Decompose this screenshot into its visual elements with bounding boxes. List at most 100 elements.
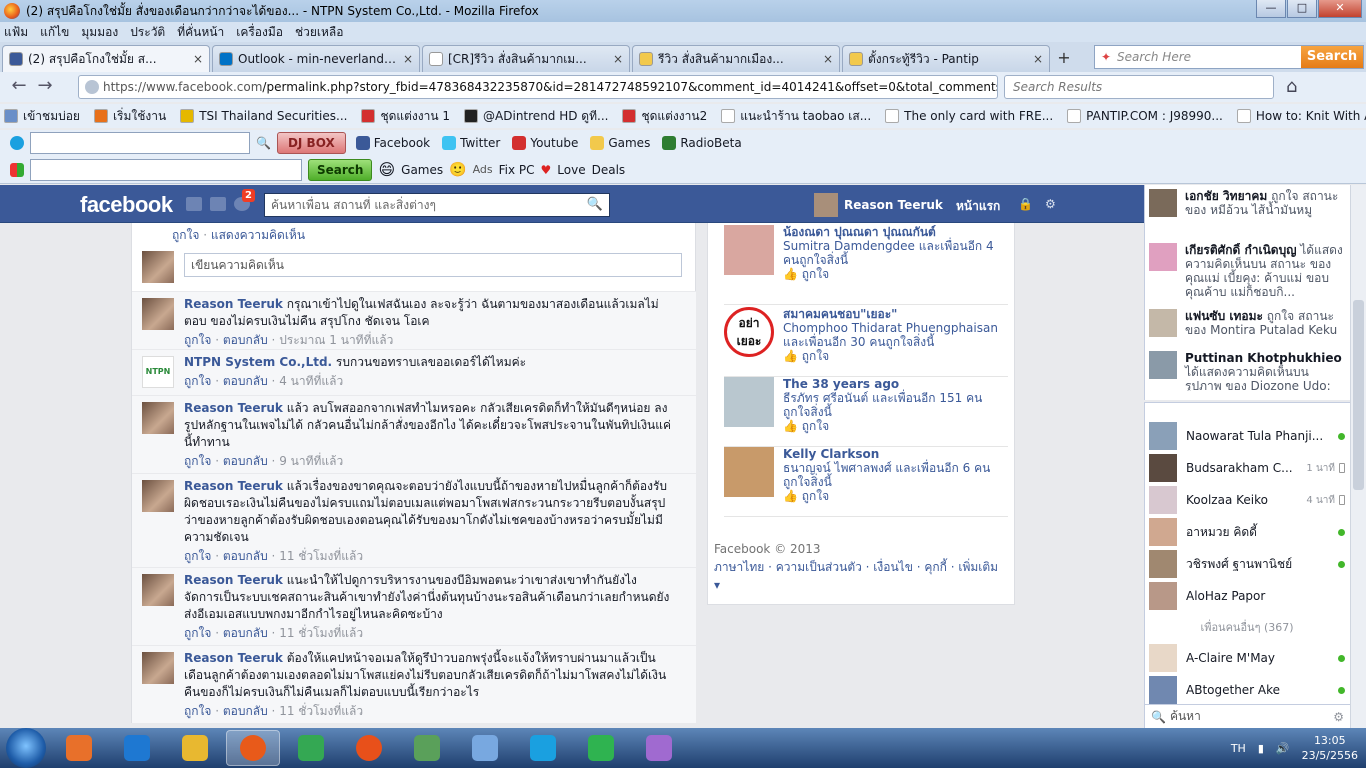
djbox-button[interactable]: DJ BOX: [276, 132, 346, 154]
chat-contact[interactable]: อาหมวย คิดดี้: [1149, 517, 1345, 547]
web-search-box[interactable]: ✦ Search Here Search: [1094, 45, 1364, 69]
clock[interactable]: 13:05 23/5/2556: [1302, 733, 1358, 763]
taskbar-app-1[interactable]: [52, 730, 106, 766]
tab-5[interactable]: ตั้งกระทู้รีวิว - Pantip ×: [842, 45, 1050, 72]
page-name[interactable]: สมาคมคนชอบ"เยอะ": [783, 307, 1005, 321]
privacy-icon[interactable]: 🔒: [1018, 197, 1033, 211]
menu-history[interactable]: ประวัติ: [130, 23, 165, 42]
comment-like-link[interactable]: ถูกใจ: [184, 626, 211, 640]
apps-icon[interactable]: [10, 162, 24, 177]
search-results-box[interactable]: Search Results: [1004, 75, 1274, 99]
smiley-icon[interactable]: 😄: [378, 160, 395, 179]
write-comment-input[interactable]: เขียนความคิดเห็น: [184, 253, 682, 277]
toolbar2-search-input[interactable]: [30, 158, 302, 181]
comment-author[interactable]: Reason Teeruk: [184, 651, 283, 665]
bookmark-item[interactable]: How to: Knit With A L...: [1236, 109, 1366, 123]
comment-avatar[interactable]: [142, 652, 174, 684]
volume-icon[interactable]: 🔊: [1276, 742, 1290, 755]
page-like-button[interactable]: 👍 ถูกใจ: [783, 349, 1005, 363]
toolbar-link-4[interactable]: Games: [590, 136, 650, 150]
toolbar-link-3[interactable]: Youtube: [512, 136, 578, 150]
messages-icon[interactable]: [210, 197, 226, 211]
close-button[interactable]: ✕: [1318, 0, 1362, 18]
comment-time[interactable]: 4 นาทีที่แล้ว: [279, 374, 343, 388]
page-thumbnail[interactable]: [724, 447, 774, 497]
bookmark-item[interactable]: The only card with FRE...: [885, 109, 1053, 123]
search-results-input[interactable]: Search Results: [1013, 80, 1102, 94]
tab-close-icon[interactable]: ×: [613, 52, 623, 66]
comment-reply-link[interactable]: ตอบกลับ: [223, 333, 268, 347]
settings-gear-icon[interactable]: ⚙: [1045, 197, 1056, 211]
games2-link[interactable]: Games: [401, 163, 443, 177]
menu-file[interactable]: แฟ้ม: [4, 23, 28, 42]
love-link[interactable]: Love: [557, 163, 585, 177]
bookmark-item[interactable]: TSI Thailand Securities...: [180, 109, 347, 123]
comment-reply-link[interactable]: ตอบกลับ: [223, 374, 268, 388]
chat-contact[interactable]: ABtogether Ake: [1149, 675, 1345, 705]
comment-time[interactable]: 9 นาทีที่แล้ว: [279, 454, 343, 468]
page-scrollbar[interactable]: [1350, 185, 1366, 728]
comment-like-link[interactable]: ถูกใจ: [184, 454, 211, 468]
friend-requests-icon[interactable]: [186, 197, 202, 211]
comment-author[interactable]: Reason Teeruk: [184, 479, 283, 493]
comment-avatar[interactable]: [142, 402, 174, 434]
comment-like-link[interactable]: ถูกใจ: [184, 549, 211, 563]
comment-avatar[interactable]: [142, 574, 174, 606]
chat-contact[interactable]: วชิรพงศ์ ฐานพานิชย์: [1149, 549, 1345, 579]
comment-avatar[interactable]: NTPN: [142, 356, 174, 388]
tab-2[interactable]: Outlook - min-neverland@ho... ×: [212, 45, 420, 72]
chat-contact[interactable]: Koolzaa Keiko 4 นาที: [1149, 485, 1345, 515]
toolbar-search-icon[interactable]: 🔍: [256, 136, 271, 150]
page-thumbnail[interactable]: [724, 377, 774, 427]
taskbar-app-10[interactable]: [574, 730, 628, 766]
taskbar-app-5[interactable]: [284, 730, 338, 766]
page-name[interactable]: Kelly Clarkson: [783, 447, 1005, 461]
my-icon[interactable]: 🙂: [449, 162, 466, 178]
chat-contact[interactable]: A-Claire M'May: [1149, 643, 1345, 673]
scrollbar-thumb[interactable]: [1353, 300, 1364, 490]
tab-1[interactable]: (2) สรุปคือโกงใช่มั้ย ส... ×: [2, 45, 210, 72]
comment-like-link[interactable]: ถูกใจ: [184, 333, 211, 347]
menu-help[interactable]: ช่วยเหลือ: [295, 23, 344, 42]
minimize-button[interactable]: —: [1256, 0, 1286, 18]
profile-link[interactable]: Reason Teeruk: [814, 193, 943, 217]
ticker-story[interactable]: เอกชัย วิทยาคม ถูกใจ สถานะ ของ หมีอ้วน ไ…: [1149, 189, 1345, 229]
comment-time[interactable]: 11 ชั่วโมงที่แล้ว: [279, 549, 363, 563]
page-name[interactable]: The 38 years ago: [783, 377, 1005, 391]
start-button[interactable]: [6, 728, 46, 768]
network-icon[interactable]: ▮: [1258, 742, 1264, 755]
menu-view[interactable]: มุมมอง: [81, 23, 118, 42]
taskbar-app-4[interactable]: [226, 730, 280, 766]
web-search-button[interactable]: Search: [1301, 46, 1363, 68]
chat-contact[interactable]: AloHaz Papor: [1149, 581, 1345, 611]
home-icon[interactable]: ⌂: [1286, 76, 1297, 97]
toolbar2-search-button[interactable]: Search: [308, 158, 373, 181]
skype-icon[interactable]: [10, 136, 24, 150]
facebook-logo[interactable]: facebook: [80, 192, 173, 218]
comment-author[interactable]: Reason Teeruk: [184, 573, 283, 587]
comment-reply-link[interactable]: ตอบกลับ: [223, 704, 268, 718]
comment-avatar[interactable]: [142, 480, 174, 512]
tab-close-icon[interactable]: ×: [403, 52, 413, 66]
site-identity-icon[interactable]: [85, 80, 99, 94]
comment-reply-link[interactable]: ตอบกลับ: [223, 454, 268, 468]
comment-time[interactable]: 11 ชั่วโมงที่แล้ว: [279, 704, 363, 718]
page-name[interactable]: น้องณดา ปุณณดา ปุณณกันต์: [783, 225, 1005, 239]
home-link[interactable]: หน้าแรก: [956, 197, 1000, 216]
taskbar-app-3[interactable]: [168, 730, 222, 766]
taskbar-app-2[interactable]: [110, 730, 164, 766]
comment-avatar[interactable]: [142, 298, 174, 330]
chat-search-input[interactable]: 🔍 ค้นหา ⚙: [1144, 704, 1350, 728]
taskbar-app-11[interactable]: [632, 730, 686, 766]
comment-author[interactable]: NTPN System Co.,Ltd.: [184, 355, 332, 369]
forward-button[interactable]: →: [32, 75, 58, 99]
bookmark-item[interactable]: ชุดแต่งงาน 1: [361, 107, 450, 126]
toolbar-link-5[interactable]: RadioBeta: [662, 136, 742, 150]
page-like-button[interactable]: 👍 ถูกใจ: [783, 419, 1005, 433]
facebook-search-input[interactable]: ค้นหาเพื่อน สถานที่ และสิ่งต่างๆ 🔍: [264, 193, 610, 217]
taskbar-app-6[interactable]: [342, 730, 396, 766]
bookmark-item[interactable]: เข้าชมบ่อย: [4, 107, 80, 126]
page-like-button[interactable]: 👍 ถูกใจ: [783, 489, 1005, 503]
comment-time[interactable]: 11 ชั่วโมงที่แล้ว: [279, 626, 363, 640]
footer-links[interactable]: ภาษาไทย · ความเป็นส่วนตัว · เงื่อนไข · ค…: [714, 558, 1004, 594]
